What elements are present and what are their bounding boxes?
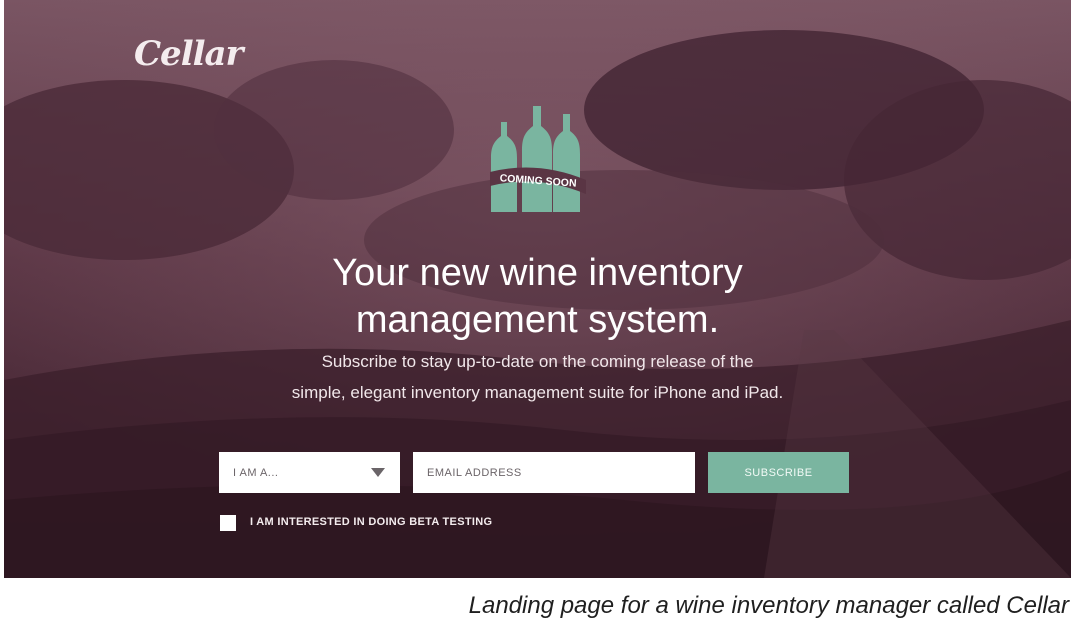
- subtitle-line-1: Subscribe to stay up-to-date on the comi…: [321, 352, 754, 371]
- role-select-label: I AM A...: [233, 466, 279, 479]
- headline-line-1: Your new wine inventory: [332, 252, 743, 294]
- image-caption: Landing page for a wine inventory manage…: [468, 592, 1069, 619]
- cellar-logo[interactable]: Cellar: [134, 34, 243, 74]
- beta-testing-checkbox[interactable]: [220, 515, 236, 531]
- wine-bottles-icon: COMING SOON: [490, 106, 586, 212]
- subscribe-button[interactable]: SUBSCRIBE: [708, 452, 849, 493]
- chevron-down-icon: [371, 468, 385, 477]
- headline-line-2: management system.: [355, 299, 720, 341]
- beta-testing-label[interactable]: I AM INTERESTED IN DOING BETA TESTING: [250, 516, 492, 528]
- hero-headline: Your new wine inventory management syste…: [4, 250, 1071, 344]
- email-input[interactable]: [413, 452, 695, 493]
- subtitle-line-2: simple, elegant inventory management sui…: [291, 383, 784, 402]
- hero-subtitle: Subscribe to stay up-to-date on the comi…: [4, 346, 1071, 408]
- role-select[interactable]: I AM A...: [219, 452, 400, 493]
- hero-section: Cellar COMING SOON Your new wine invento…: [4, 0, 1071, 578]
